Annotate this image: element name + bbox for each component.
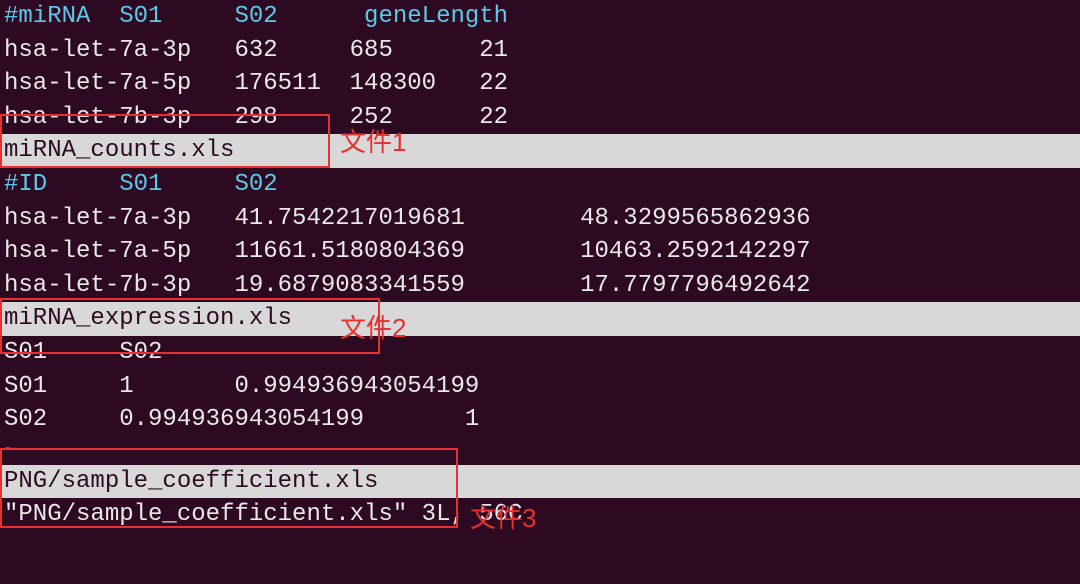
block2-row-0: hsa-let-7a-3p 41.7542217019681 48.329956… bbox=[0, 202, 1080, 236]
tilde-marker: ~ bbox=[0, 437, 1080, 465]
block1-row-0: hsa-let-7a-3p 632 685 21 bbox=[0, 34, 1080, 68]
block1-filename: miRNA_counts.xls bbox=[0, 134, 1080, 168]
block3-header: S01 S02 bbox=[0, 336, 1080, 370]
block1-row-2: hsa-let-7b-3p 298 252 22 bbox=[0, 101, 1080, 135]
block2-filename: miRNA_expression.xls bbox=[0, 302, 1080, 336]
block3-row-1: S02 0.994936943054199 1 bbox=[0, 403, 1080, 437]
block2-header: #ID S01 S02 bbox=[0, 168, 1080, 202]
vim-status-line: "PNG/sample_coefficient.xls" 3L, 56C bbox=[0, 498, 1080, 532]
block2-row-1: hsa-let-7a-5p 11661.5180804369 10463.259… bbox=[0, 235, 1080, 269]
block1-header: #miRNA S01 S02 geneLength bbox=[0, 0, 1080, 34]
block3-filename: PNG/sample_coefficient.xls bbox=[0, 465, 1080, 499]
block3-row-0: S01 1 0.994936943054199 bbox=[0, 370, 1080, 404]
block1-row-1: hsa-let-7a-5p 176511 148300 22 bbox=[0, 67, 1080, 101]
block2-row-2: hsa-let-7b-3p 19.6879083341559 17.779779… bbox=[0, 269, 1080, 303]
